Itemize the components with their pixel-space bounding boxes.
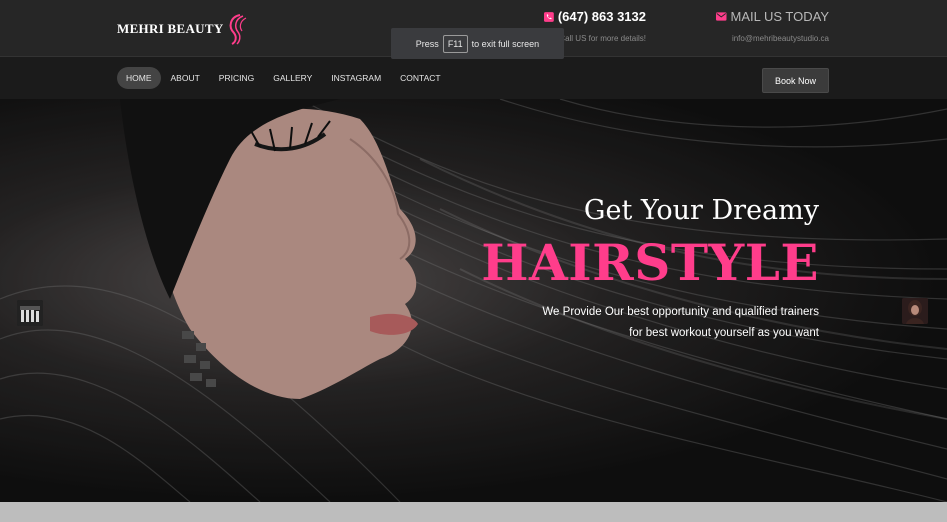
previous-slide-thumbnail[interactable]	[17, 300, 43, 326]
mail-contact[interactable]: MAIL US TODAY info@mehribeautystudio.ca	[716, 9, 829, 43]
phone-icon	[544, 11, 554, 22]
nav-about[interactable]: ABOUT	[162, 67, 209, 89]
hero-description-line-2: for best workout yourself as you want	[629, 327, 819, 339]
notice-exit-text: to exit full screen	[471, 38, 540, 49]
hero-title: Get Your Dreamy	[583, 195, 819, 226]
nav-gallery[interactable]: GALLERY	[264, 67, 321, 89]
nav-instagram[interactable]: INSTAGRAM	[322, 67, 390, 89]
nav-home[interactable]: HOME	[117, 67, 161, 89]
fullscreen-exit-notice: Press F11 to exit full screen	[391, 28, 564, 59]
mail-heading: MAIL US TODAY	[730, 9, 830, 24]
notice-press-text: Press	[415, 38, 439, 49]
hero-description-line-1: We Provide Our best opportunity and qual…	[542, 306, 819, 318]
f11-key: F11	[442, 34, 468, 53]
site-logo[interactable]: MEHRI BEAUTY	[117, 12, 248, 46]
main-navbar: HOME ABOUT PRICING GALLERY INSTAGRAM CON…	[0, 56, 947, 99]
book-now-button[interactable]: Book Now	[762, 68, 829, 93]
mail-icon	[716, 12, 727, 21]
hero-background-image	[0, 99, 947, 502]
phone-number: (647) 863 3132	[557, 9, 646, 24]
nav-contact[interactable]: CONTACT	[391, 67, 449, 89]
hero-slider: Get Your Dreamy HAIRSTYLE We Provide Our…	[0, 99, 947, 502]
nav-pricing[interactable]: PRICING	[210, 67, 263, 89]
main-nav: HOME ABOUT PRICING GALLERY INSTAGRAM CON…	[117, 67, 451, 89]
hero-highlight: HAIRSTYLE	[481, 233, 819, 292]
portrait-thumbnail-image	[902, 298, 928, 324]
brushes-thumbnail-image	[17, 300, 43, 326]
page-footer-strip	[0, 502, 947, 522]
mail-address: info@mehribeautystudio.ca	[731, 34, 829, 43]
hair-logo-icon	[229, 14, 246, 45]
next-slide-thumbnail[interactable]	[902, 298, 928, 324]
logo-text: MEHRI BEAUTY	[117, 21, 224, 36]
